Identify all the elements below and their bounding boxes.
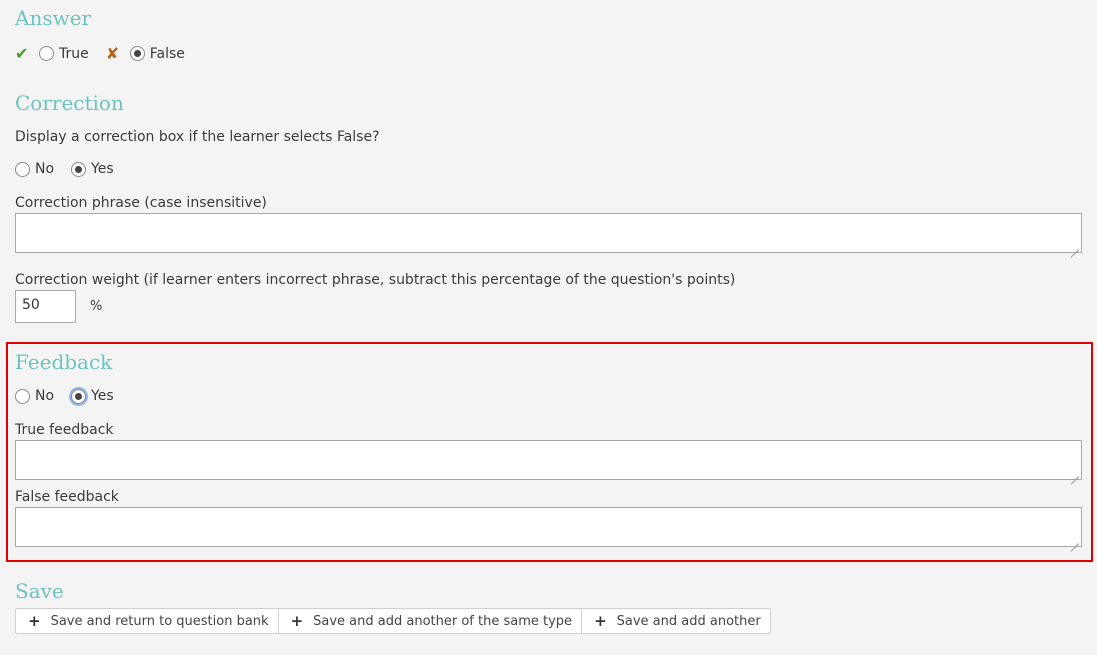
- answer-true-label: True: [59, 45, 89, 62]
- cross-icon: ✘: [105, 44, 120, 63]
- save-and-add-another-button[interactable]: + Save and add another: [581, 609, 770, 633]
- answer-false-label: False: [149, 45, 185, 62]
- correction-no-label: No: [35, 161, 55, 177]
- save-heading: Save: [15, 579, 64, 603]
- resize-handle-icon[interactable]: [1071, 469, 1079, 477]
- checkmark-icon: ✔: [15, 44, 29, 63]
- save-and-add-another-label: Save and add another: [616, 613, 761, 629]
- feedback-no-label: No: [35, 388, 55, 404]
- answer-options: ✔ True ✘ False: [15, 44, 185, 63]
- correction-weight-label: Correction weight (if learner enters inc…: [15, 272, 736, 288]
- feedback-options: No Yes: [15, 388, 114, 404]
- true-feedback-textarea[interactable]: [15, 440, 1082, 480]
- save-and-return-label: Save and return to question bank: [50, 613, 269, 629]
- correction-weight-input[interactable]: 50: [15, 290, 76, 323]
- feedback-yes-label: Yes: [91, 388, 114, 404]
- feedback-no-radio[interactable]: [15, 388, 30, 404]
- correction-phrase-textarea[interactable]: [15, 213, 1082, 253]
- false-feedback-textarea[interactable]: [15, 507, 1082, 547]
- save-button-group: + Save and return to question bank + Sav…: [15, 608, 771, 634]
- save-and-add-same-type-label: Save and add another of the same type: [313, 613, 573, 629]
- resize-handle-icon[interactable]: [1071, 242, 1079, 250]
- plus-icon: +: [28, 612, 41, 630]
- plus-icon: +: [594, 612, 607, 630]
- correction-weight-unit: %: [90, 299, 103, 314]
- plus-icon: +: [290, 612, 304, 630]
- correction-no-radio[interactable]: [15, 161, 30, 177]
- correction-options: No Yes: [15, 161, 114, 177]
- correction-yes-label: Yes: [91, 161, 114, 177]
- save-and-add-same-type-button[interactable]: + Save and add another of the same type: [277, 609, 582, 633]
- answer-true-radio[interactable]: [39, 46, 54, 61]
- correction-question: Display a correction box if the learner …: [15, 129, 380, 145]
- resize-handle-icon[interactable]: [1071, 536, 1079, 544]
- answer-false-radio[interactable]: [129, 46, 145, 61]
- answer-heading: Answer: [15, 6, 92, 30]
- feedback-yes-radio[interactable]: [71, 388, 87, 404]
- correction-heading: Correction: [15, 91, 124, 115]
- save-and-return-button[interactable]: + Save and return to question bank: [16, 609, 278, 633]
- false-feedback-label: False feedback: [15, 489, 119, 505]
- feedback-heading: Feedback: [15, 350, 113, 374]
- true-feedback-label: True feedback: [15, 422, 114, 438]
- correction-yes-radio[interactable]: [71, 161, 87, 177]
- correction-phrase-label: Correction phrase (case insensitive): [15, 195, 267, 211]
